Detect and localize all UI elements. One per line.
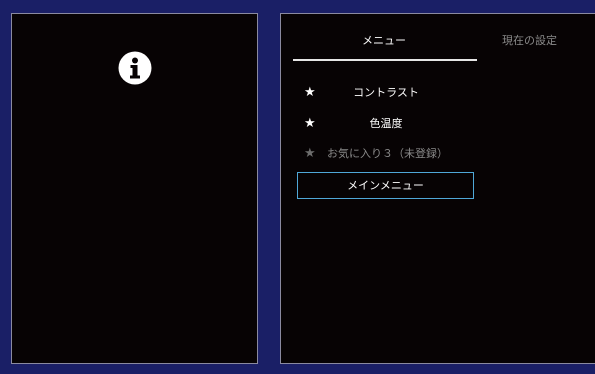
tab-menu-underline [293, 59, 477, 61]
info-icon [118, 51, 152, 85]
menu-item-label: お気に入り３（未登録） [327, 147, 448, 160]
tab-current-settings[interactable]: 現在の設定 [502, 34, 557, 48]
star-icon: ★ [304, 146, 316, 161]
main-menu-button[interactable]: メインメニュー [297, 172, 474, 199]
left-panel [11, 13, 258, 364]
star-icon: ★ [304, 116, 316, 131]
right-panel: メニュー 現在の設定 ★ コントラスト ★ 色温度 ★ お気に入り３（未登録） … [280, 13, 595, 364]
tab-menu[interactable]: メニュー [362, 34, 406, 48]
menu-item-label: コントラスト [353, 86, 419, 99]
menu-item-favorite-3: ★ お気に入り３（未登録） [281, 145, 595, 163]
menu-item-color-temperature[interactable]: ★ 色温度 [281, 115, 595, 133]
menu-item-contrast[interactable]: ★ コントラスト [281, 84, 595, 102]
menu-item-label: 色温度 [369, 117, 403, 130]
star-icon: ★ [304, 85, 316, 100]
